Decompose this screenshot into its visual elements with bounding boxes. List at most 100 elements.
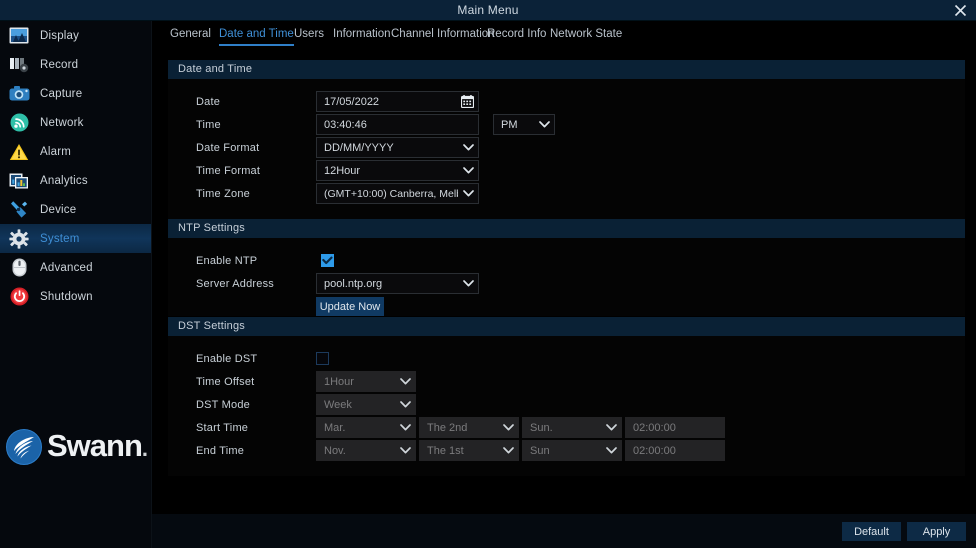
chevron-down-icon <box>458 167 478 174</box>
end-day-select[interactable]: Sun <box>522 440 622 461</box>
time-value: 03:40:46 <box>317 119 478 131</box>
time-format-label: Time Format <box>196 160 260 183</box>
calendar-icon[interactable] <box>456 95 478 108</box>
enable-ntp-label: Enable NTP <box>196 250 257 273</box>
start-clock-input[interactable]: 02:00:00 <box>625 417 725 438</box>
start-day-select[interactable]: Sun. <box>522 417 622 438</box>
sidebar-item-label: Advanced <box>40 262 93 274</box>
system-icon <box>8 228 30 250</box>
tab-date-and-time[interactable]: Date and Time <box>219 21 294 48</box>
time-offset-select[interactable]: 1Hour <box>316 371 416 392</box>
sidebar-item-advanced[interactable]: Advanced <box>0 253 151 282</box>
dst-settings-panel: DST Settings Enable DST Time Offset 1Hou… <box>168 317 965 476</box>
time-format-select[interactable]: 12Hour <box>316 160 479 181</box>
start-month-value: Mar. <box>317 422 395 434</box>
apply-button[interactable]: Apply <box>907 522 966 541</box>
server-address-label: Server Address <box>196 273 274 296</box>
time-input[interactable]: 03:40:46 <box>316 114 479 135</box>
default-button[interactable]: Default <box>842 522 901 541</box>
tab-information[interactable]: Information <box>333 21 391 48</box>
chevron-down-icon <box>395 401 415 408</box>
sidebar-item-alarm[interactable]: Alarm <box>0 137 151 166</box>
sidebar-item-label: Alarm <box>40 146 71 158</box>
start-clock-value: 02:00:00 <box>626 422 724 434</box>
start-week-value: The 2nd <box>420 422 498 434</box>
time-format-value: 12Hour <box>317 165 458 177</box>
start-day-value: Sun. <box>523 422 601 434</box>
display-icon <box>8 25 30 47</box>
time-label: Time <box>196 114 221 137</box>
sidebar-item-system[interactable]: System <box>0 224 151 253</box>
end-week-select[interactable]: The 1st <box>419 440 519 461</box>
time-zone-select[interactable]: (GMT+10:00) Canberra, Melbourr <box>316 183 479 204</box>
tab-users[interactable]: Users <box>294 21 324 48</box>
chevron-down-icon <box>534 121 554 128</box>
chevron-down-icon <box>601 424 621 431</box>
sidebar-item-analytics[interactable]: Analytics <box>0 166 151 195</box>
tab-network-state[interactable]: Network State <box>550 21 622 48</box>
end-time-label: End Time <box>196 440 244 463</box>
date-and-time-panel-body: Date 17/05/2022 <box>168 79 965 219</box>
sidebar-item-display[interactable]: Display <box>0 21 151 50</box>
swann-mark-icon <box>4 427 44 467</box>
start-time-label: Start Time <box>196 417 248 440</box>
date-input[interactable]: 17/05/2022 <box>316 91 479 112</box>
start-month-select[interactable]: Mar. <box>316 417 416 438</box>
meridiem-select[interactable]: PM <box>493 114 555 135</box>
record-icon <box>8 54 30 76</box>
analytics-icon <box>8 170 30 192</box>
chevron-down-icon <box>395 378 415 385</box>
date-value: 17/05/2022 <box>317 96 456 108</box>
tab-record-info[interactable]: Record Info <box>487 21 546 48</box>
sidebar-item-label: Shutdown <box>40 291 93 303</box>
end-clock-input[interactable]: 02:00:00 <box>625 440 725 461</box>
dst-settings-panel-title: DST Settings <box>168 317 965 336</box>
chevron-down-icon <box>395 447 415 454</box>
chevron-down-icon <box>395 424 415 431</box>
ntp-settings-panel-body: Enable NTP Server Address pool.ntp.org U… <box>168 238 965 316</box>
swann-wordmark: Swann. <box>47 429 147 466</box>
tab-channel-information[interactable]: Channel Information <box>391 21 495 48</box>
dst-mode-label: DST Mode <box>196 394 250 417</box>
chevron-down-icon <box>498 447 518 454</box>
enable-ntp-checkbox[interactable] <box>321 254 334 267</box>
ntp-settings-panel: NTP Settings Enable NTP Server Address p… <box>168 219 965 316</box>
date-and-time-panel: Date and Time Date 17/05/2022 <box>168 60 965 219</box>
server-address-select[interactable]: pool.ntp.org <box>316 273 479 294</box>
close-icon[interactable] <box>950 1 970 20</box>
end-month-select[interactable]: Nov. <box>316 440 416 461</box>
date-format-label: Date Format <box>196 137 259 160</box>
start-week-select[interactable]: The 2nd <box>419 417 519 438</box>
update-now-button[interactable]: Update Now <box>316 297 384 316</box>
sidebar-item-network[interactable]: Network <box>0 108 151 137</box>
alarm-icon <box>8 141 30 163</box>
sidebar-item-record[interactable]: Record <box>0 50 151 79</box>
sidebar-item-label: Network <box>40 117 84 129</box>
date-and-time-panel-title: Date and Time <box>168 60 965 79</box>
date-format-select[interactable]: DD/MM/YYYY <box>316 137 479 158</box>
time-offset-value: 1Hour <box>317 376 395 388</box>
sidebar-item-capture[interactable]: Capture <box>0 79 151 108</box>
ntp-settings-panel-title: NTP Settings <box>168 219 965 238</box>
tab-general[interactable]: General <box>170 21 211 48</box>
window-titlebar: Main Menu <box>0 0 976 21</box>
time-zone-value: (GMT+10:00) Canberra, Melbourr <box>317 188 458 200</box>
device-icon <box>8 199 30 221</box>
enable-dst-checkbox[interactable] <box>316 352 329 365</box>
page-title: Main Menu <box>0 0 976 21</box>
network-icon <box>8 112 30 134</box>
sidebar-item-shutdown[interactable]: Shutdown <box>0 282 151 311</box>
date-format-value: DD/MM/YYYY <box>317 142 458 154</box>
settings-content: Date and Time Date 17/05/2022 <box>152 48 976 514</box>
sidebar-item-label: Analytics <box>40 175 88 187</box>
tab-bar: General Date and Time Users Information … <box>152 21 976 48</box>
end-week-value: The 1st <box>420 445 498 457</box>
meridiem-value: PM <box>494 119 534 131</box>
sidebar-item-label: Display <box>40 30 79 42</box>
sidebar: Display Record <box>0 21 152 548</box>
dst-settings-panel-body: Enable DST Time Offset 1Hour DST Mode <box>168 336 965 476</box>
dst-mode-select[interactable]: Week <box>316 394 416 415</box>
enable-dst-label: Enable DST <box>196 348 257 371</box>
chevron-down-icon <box>458 144 478 151</box>
sidebar-item-device[interactable]: Device <box>0 195 151 224</box>
